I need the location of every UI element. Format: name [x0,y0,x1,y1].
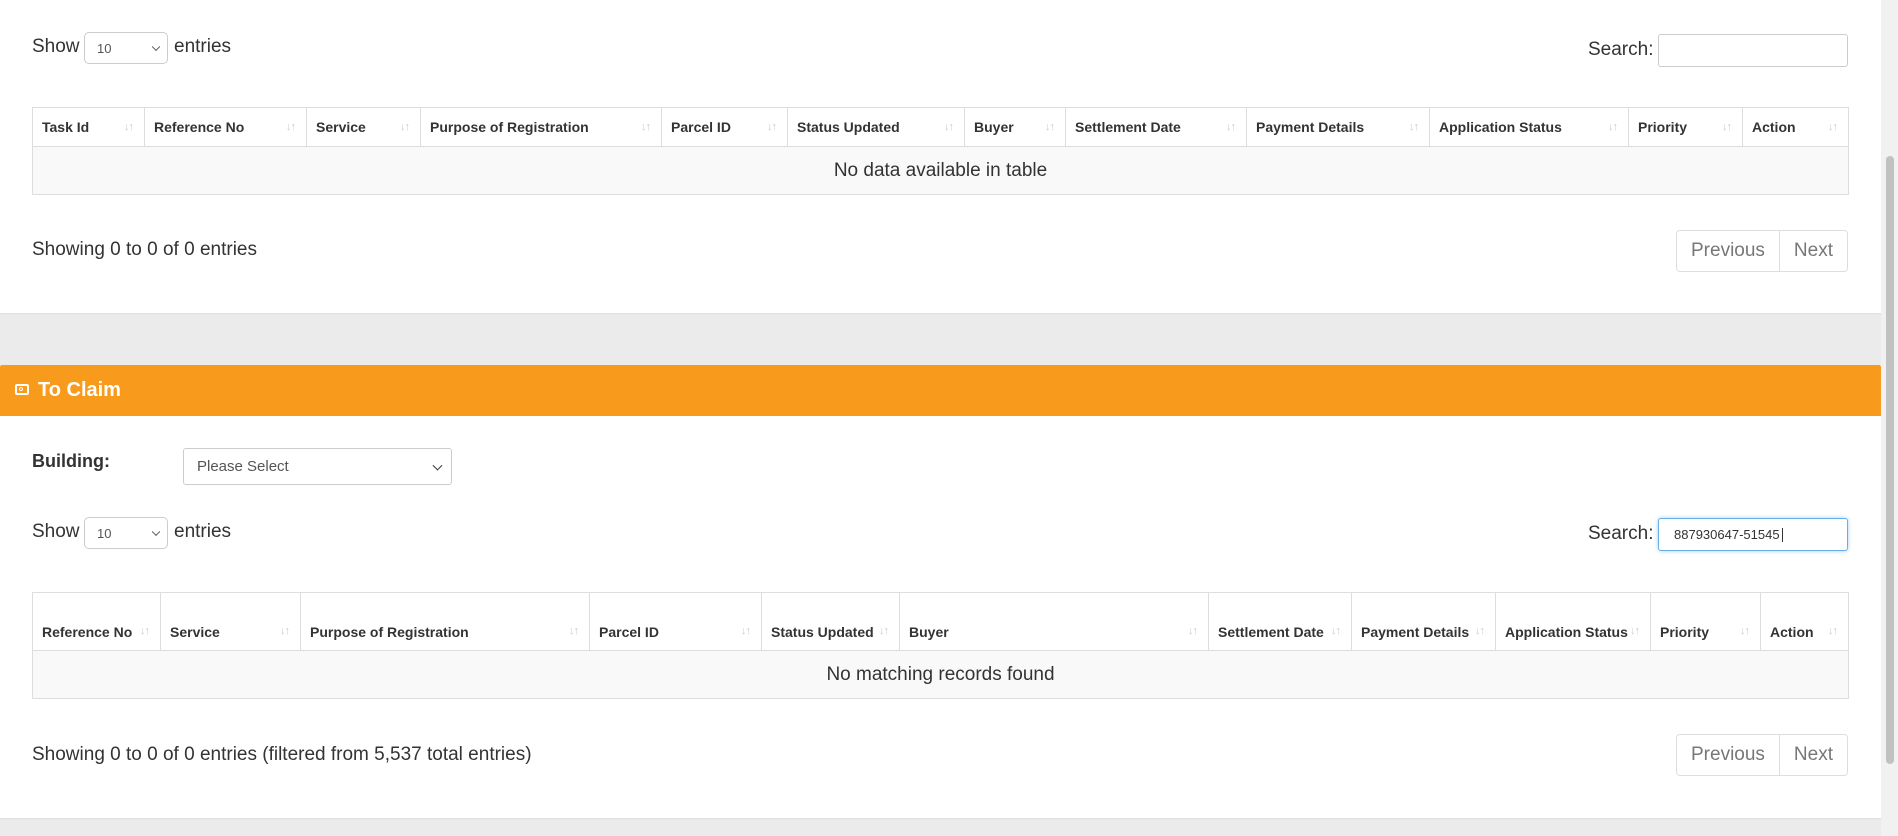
sort-icon: ↓↑ [1331,625,1341,637]
table-row: No data available in table [32,146,1849,195]
empty-table-message: No matching records found [32,650,1849,699]
search-label: Search: [1588,523,1654,544]
entries-label: entries [174,521,232,542]
to-claim-title: To Claim [38,379,121,401]
sort-icon: ↓↑ [1475,625,1485,637]
search-label: Search: [1588,39,1654,60]
chevron-down-icon [151,42,161,52]
search-input[interactable] [1658,34,1848,67]
page-scrollbar[interactable] [1881,0,1898,836]
show-label: Show [32,36,80,57]
column-header[interactable]: Application Status ↓↑ [1429,107,1629,147]
table-info: Showing 0 to 0 of 0 entries [32,239,257,260]
column-header[interactable]: Priority ↓↑ [1628,107,1743,147]
to-claim-header: To Claim [0,365,1881,416]
sort-icon: ↓↑ [1740,625,1750,637]
next-page-button[interactable]: Next [1778,231,1847,271]
sort-icon: ↓↑ [1828,121,1838,133]
column-header[interactable]: Payment Details ↓↑ [1246,107,1430,147]
sort-icon: ↓↑ [1045,121,1055,133]
entries-label: entries [174,36,232,57]
column-header[interactable]: Reference No ↓↑ [32,592,161,651]
previous-page-button[interactable]: Previous [1677,735,1779,775]
column-header[interactable]: Priority ↓↑ [1650,592,1761,651]
sort-icon: ↓↑ [1722,121,1732,133]
sort-icon: ↓↑ [569,625,579,637]
sort-icon: ↓↑ [879,625,889,637]
column-header[interactable]: Action ↓↑ [1760,592,1849,651]
column-header[interactable]: Payment Details ↓↑ [1351,592,1496,651]
sort-icon: ↓↑ [944,121,954,133]
column-header[interactable]: Purpose of Registration ↓↑ [300,592,590,651]
show-label: Show [32,521,80,542]
entries-length-select[interactable]: 10 [84,517,168,549]
sort-icon: ↓↑ [1409,121,1419,133]
search-input[interactable]: 887930647-51545 [1658,518,1848,551]
column-header[interactable]: Parcel ID ↓↑ [589,592,762,651]
scrollbar-thumb[interactable] [1886,156,1894,764]
entries-length-value: 10 [97,525,112,541]
sort-icon: ↓↑ [1608,121,1618,133]
sort-icon: ↓↑ [1188,625,1198,637]
column-header[interactable]: Parcel ID ↓↑ [661,107,788,147]
sort-icon: ↓↑ [641,121,651,133]
column-header[interactable]: Service ↓↑ [306,107,421,147]
building-label: Building: [32,451,110,471]
column-header[interactable]: Application Status ↓↑ [1495,592,1651,651]
text-caret [1781,527,1783,542]
column-header[interactable]: Settlement Date ↓↑ [1208,592,1352,651]
sort-icon: ↓↑ [767,121,777,133]
column-header[interactable]: Buyer ↓↑ [899,592,1209,651]
column-header[interactable]: Action ↓↑ [1742,107,1849,147]
chevron-down-icon [151,527,161,537]
sort-icon: ↓↑ [140,625,150,637]
empty-table-message: No data available in table [32,146,1849,195]
to-claim-table: Reference No ↓↑ Service ↓↑ Purpose of Regi… [32,592,1849,699]
tasks-table: Task Id ↓↑ Reference No ↓↑ Service ↓↑ Purpo… [32,107,1849,195]
search-input-value: 887930647-51545 [1674,527,1780,542]
column-header[interactable]: Task Id ↓↑ [32,107,145,147]
table-info: Showing 0 to 0 of 0 entries (filtered fr… [32,744,532,765]
sort-icon: ↓↑ [280,625,290,637]
previous-page-button[interactable]: Previous [1677,231,1779,271]
sort-icon: ↓↑ [1226,121,1236,133]
next-page-button[interactable]: Next [1778,735,1847,775]
sort-icon: ↓↑ [1828,625,1838,637]
column-header[interactable]: Reference No ↓↑ [144,107,307,147]
building-select-value: Please Select [197,458,289,475]
building-select[interactable]: Please Select [183,448,452,485]
sort-icon: ↓↑ [400,121,410,133]
entries-length-value: 10 [97,40,112,56]
column-header[interactable]: Status Updated ↓↑ [787,107,965,147]
table-header-row: Reference No ↓↑ Service ↓↑ Purpose of Regi… [32,592,1849,651]
sort-icon: ↓↑ [741,625,751,637]
column-header[interactable]: Settlement Date ↓↑ [1065,107,1247,147]
sort-icon: ↓↑ [1630,625,1640,637]
pagination: Previous Next [1676,230,1848,272]
column-header[interactable]: Service ↓↑ [160,592,301,651]
table-row: No matching records found [32,650,1849,699]
camera-icon [15,384,29,395]
column-header[interactable]: Buyer ↓↑ [964,107,1066,147]
column-header[interactable]: Purpose of Registration ↓↑ [420,107,662,147]
sort-icon: ↓↑ [124,121,134,133]
pagination: Previous Next [1676,734,1848,776]
table-header-row: Task Id ↓↑ Reference No ↓↑ Service ↓↑ Purpo… [32,107,1849,147]
column-header[interactable]: Status Updated ↓↑ [761,592,900,651]
entries-length-select[interactable]: 10 [84,32,168,64]
sort-icon: ↓↑ [286,121,296,133]
chevron-down-icon [432,460,443,471]
